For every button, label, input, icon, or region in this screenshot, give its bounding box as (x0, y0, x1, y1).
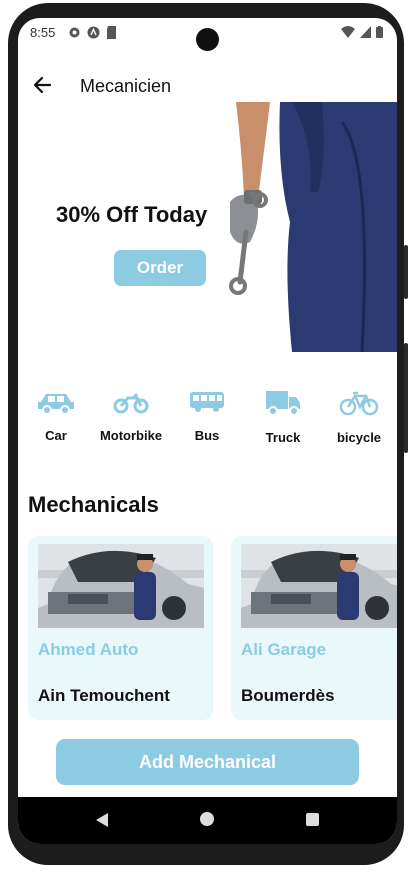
category-car[interactable]: Car (18, 390, 94, 443)
promo-banner: 30% Off Today Order (18, 102, 397, 352)
system-nav-bar (18, 797, 397, 844)
mechanic-name: Ali Garage (241, 640, 327, 659)
category-bus[interactable]: Bus (169, 390, 245, 443)
nav-back-icon[interactable] (95, 812, 109, 828)
mechanical-card[interactable]: Ali Garage Boumerdès (231, 536, 397, 720)
category-motorbike[interactable]: Motorbike (93, 390, 169, 443)
garage-photo (241, 544, 397, 628)
page-title: Mecanicien (80, 76, 172, 96)
category-label: Bus (194, 428, 220, 443)
status-left-icons (68, 26, 117, 39)
order-button[interactable]: Order (114, 250, 206, 286)
motorbike-icon (113, 392, 149, 414)
bicycle-icon (339, 391, 379, 416)
status-right-icons (341, 26, 383, 38)
nav-home-icon[interactable] (200, 812, 214, 826)
volume-button (404, 245, 408, 299)
category-truck[interactable]: Truck (245, 390, 321, 445)
add-mechanical-button[interactable]: Add Mechanical (56, 739, 359, 785)
camera-cutout (196, 28, 219, 51)
section-title: Mechanicals (28, 492, 159, 517)
mechanical-card[interactable]: Ahmed Auto Ain Temouchent (28, 536, 213, 720)
bus-icon (190, 392, 224, 412)
mechanicals-list: Ahmed Auto Ain Temouchent Ali Garage Bou… (28, 536, 397, 722)
mechanic-name: Ahmed Auto (38, 640, 139, 659)
mechanic-city: Ain Temouchent (38, 686, 170, 705)
truck-icon (266, 391, 300, 416)
sd-card-icon (107, 26, 116, 39)
mechanic-city: Boumerdès (241, 686, 335, 705)
category-label: Car (45, 428, 67, 443)
mechanic-illustration (229, 102, 397, 352)
app-screen: 8:55 Mecanicien 30% Off Today Order Car … (18, 18, 397, 844)
category-label: Truck (265, 430, 301, 445)
nav-recents-icon[interactable] (306, 813, 319, 826)
wifi-icon (341, 26, 355, 38)
status-time: 8:55 (30, 25, 56, 40)
promo-title: 30% Off Today (56, 202, 208, 227)
garage-photo (38, 544, 204, 628)
power-button (404, 343, 408, 453)
category-label: bicycle (336, 430, 382, 445)
vehicle-categories: Car Motorbike Bus Truck bicycle (18, 390, 397, 470)
signal-icon (360, 26, 371, 38)
settings-icon (69, 27, 80, 38)
app-notification-icon (87, 26, 100, 39)
category-label: Motorbike (99, 428, 163, 443)
battery-icon (376, 26, 383, 38)
car-icon (38, 394, 74, 414)
back-arrow-icon[interactable] (30, 72, 56, 98)
category-bicycle[interactable]: bicycle (321, 390, 397, 445)
